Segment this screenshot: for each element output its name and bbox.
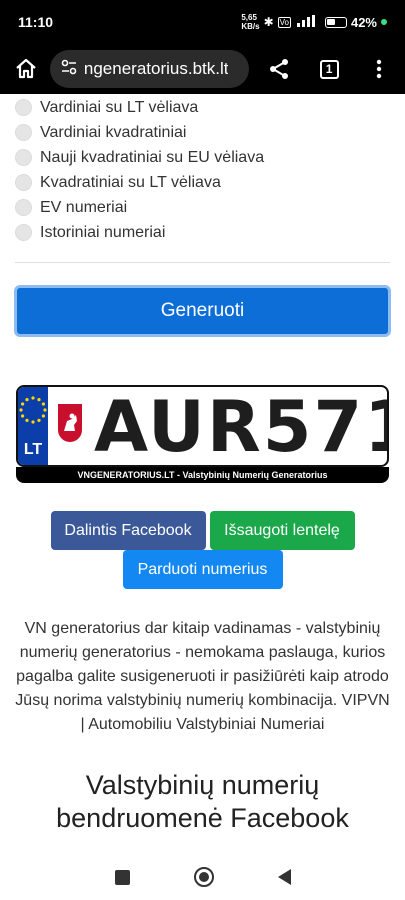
save-plate-button[interactable]: Išsaugoti lentelę [209,511,355,550]
home-icon[interactable] [10,53,42,85]
eu-stars-icon [19,396,47,424]
option-row[interactable]: Vardiniai kvadratiniai [0,120,405,145]
radio-button[interactable] [15,174,32,191]
option-row[interactable]: Istoriniai numeriai [0,220,405,245]
more-menu-icon[interactable] [363,53,395,85]
share-facebook-button[interactable]: Dalintis Facebook [50,511,206,550]
license-plate: LT AUR571 [16,385,389,467]
tab-switcher-button[interactable]: 1 [313,53,345,85]
status-bar: 11:10 5,65 KB/s ✱ Vo 42% [0,0,405,44]
sell-numbers-button[interactable]: Parduoti numerius [122,550,283,589]
radio-button[interactable] [15,99,32,116]
action-buttons-row2: Parduoti numerius [0,550,405,589]
generate-button[interactable]: Generuoti [14,285,391,337]
site-settings-icon[interactable] [60,58,78,81]
license-plate-preview: LT AUR571 VNGENERATORIUS.LT - Valstybini… [16,385,389,483]
eu-band: LT [18,387,48,465]
divider [15,262,390,263]
radio-button[interactable] [15,149,32,166]
radio-button[interactable] [15,199,32,216]
option-label: Kvadratiniai su LT vėliava [40,173,221,191]
back-triangle-icon[interactable] [277,869,291,885]
charging-dot-icon [381,19,387,25]
battery-icon [324,16,347,28]
radio-button[interactable] [15,124,32,141]
coat-of-arms-icon [58,404,82,442]
country-code: LT [23,441,43,458]
status-icons: 5,65 KB/s ✱ Vo 42% [241,13,387,31]
radio-button[interactable] [15,224,32,241]
status-time: 11:10 [18,14,54,30]
share-icon[interactable] [263,53,295,85]
url-bar[interactable]: ngeneratorius.btk.lt [49,50,250,88]
volte-icon: Vo [277,16,291,28]
option-label: Vardiniai kvadratiniai [40,123,187,141]
home-circle-icon[interactable] [193,867,214,887]
system-navigation-bar [0,854,405,900]
plate-caption: VNGENERATORIUS.LT - Valstybinių Numerių … [16,467,389,483]
plate-type-options: Vardiniai su LT vėliava Vardiniai kvadra… [0,95,405,245]
page-content: Vardiniai su LT vėliava Vardiniai kvadra… [0,94,405,854]
signal-icon [295,14,317,30]
browser-toolbar: ngeneratorius.btk.lt 1 [0,44,405,94]
network-speed: 5,65 KB/s [241,13,260,31]
option-row[interactable]: EV numeriai [0,195,405,220]
option-label: Vardiniai su LT vėliava [40,98,199,116]
plate-number: AUR571 [94,386,389,467]
option-label: Istoriniai numeriai [40,223,166,241]
option-row[interactable]: Kvadratiniai su LT vėliava [0,170,405,195]
option-row[interactable]: Vardiniai su LT vėliava [0,95,405,120]
tab-count: 1 [319,59,339,79]
description-text: VN generatorius dar kitaip vadinamas - v… [15,620,390,733]
battery-level: 42% [350,14,377,30]
option-label: Nauji kvadratiniai su EU vėliava [40,148,265,166]
option-label: EV numeriai [40,198,128,216]
option-row[interactable]: Nauji kvadratiniai su EU vėliava [0,145,405,170]
url-text: ngeneratorius.btk.lt [83,59,229,78]
section-heading: Valstybinių numerių bendruomenė Facebook [56,770,349,833]
bluetooth-icon: ✱ [263,15,274,29]
action-buttons: Dalintis Facebook Išsaugoti lentelę [0,511,405,550]
recent-apps-icon[interactable] [114,869,130,885]
